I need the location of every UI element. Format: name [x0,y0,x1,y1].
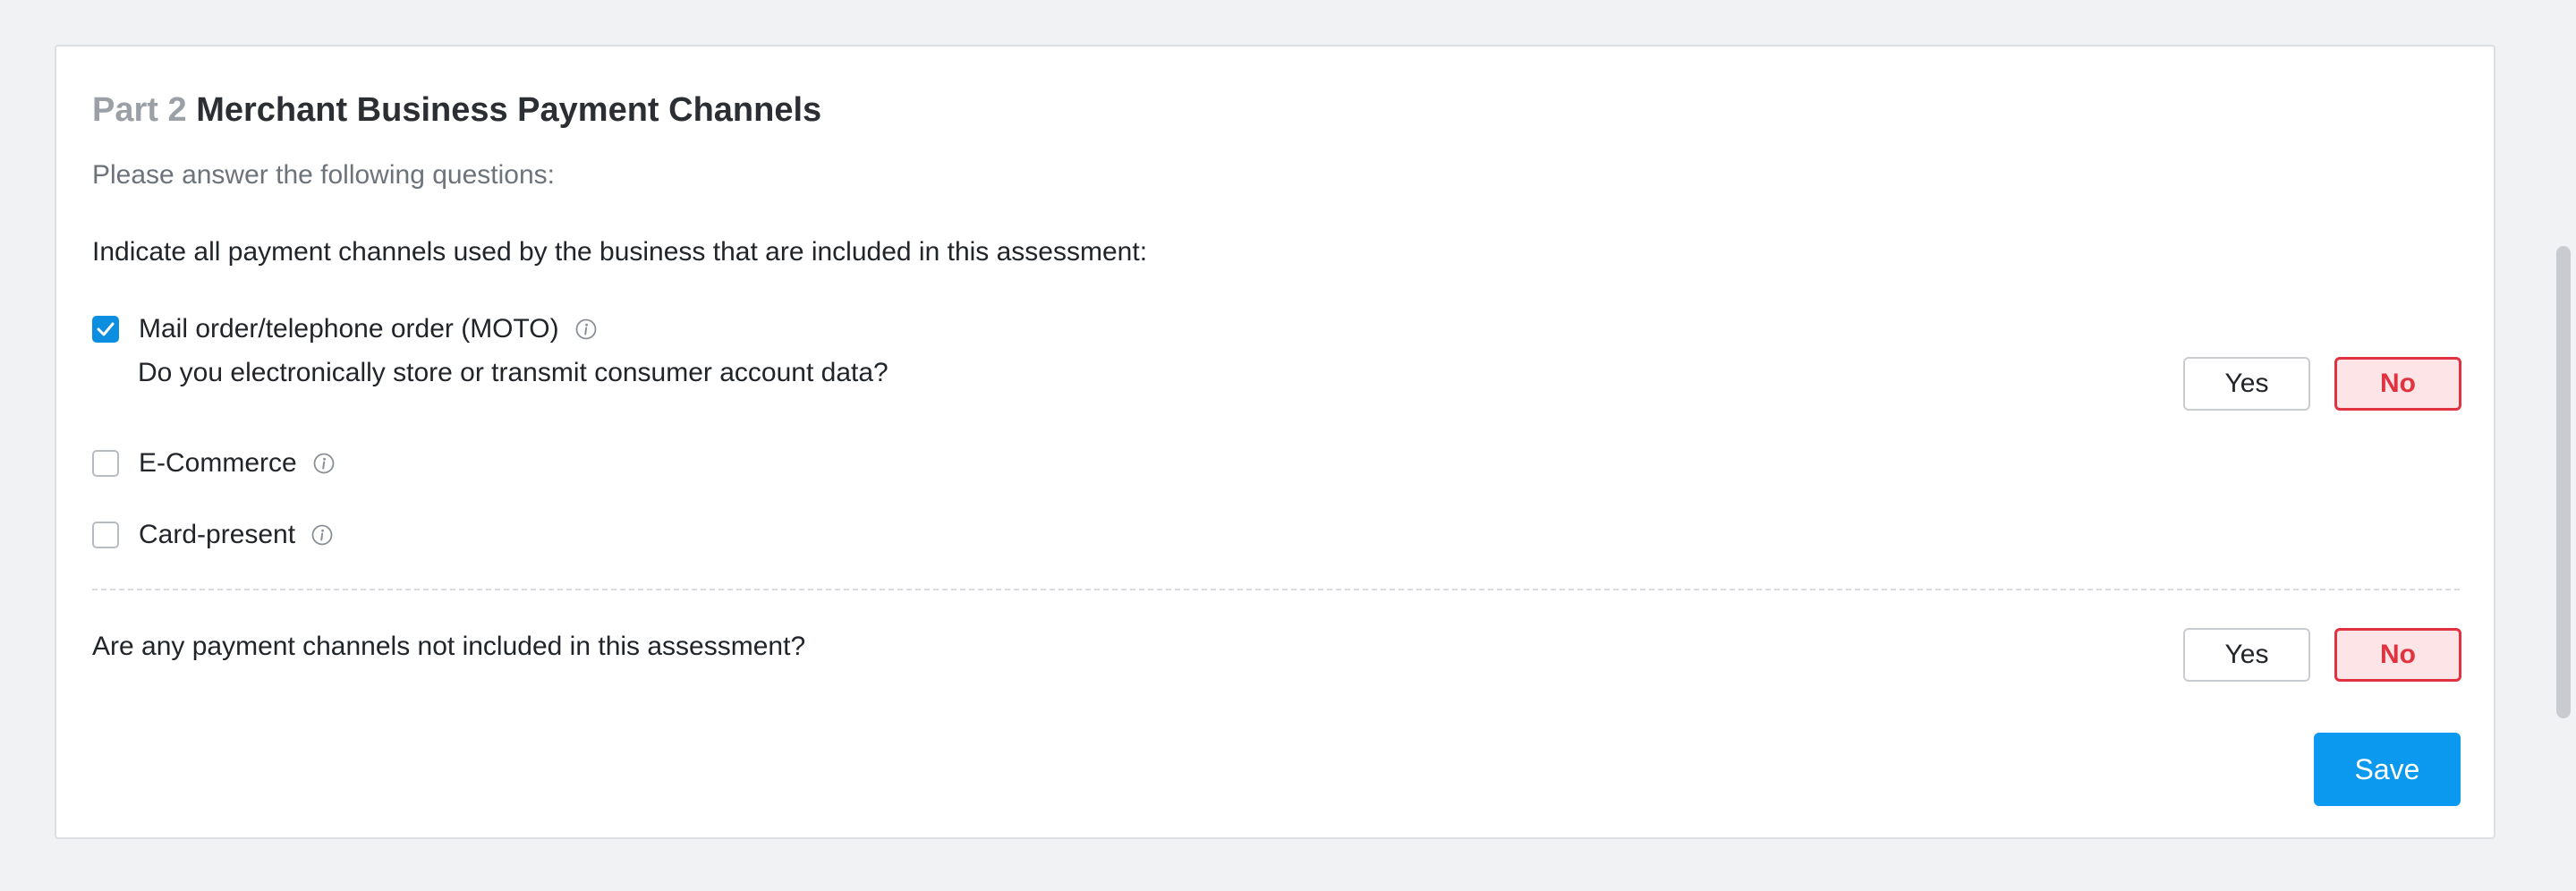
card-present-label: Card-present [139,520,296,549]
ecommerce-checkbox[interactable] [92,450,119,477]
info-icon[interactable] [311,524,333,546]
payment-channels-card: Part 2 Merchant Business Payment Channel… [55,45,2495,839]
info-icon[interactable] [313,453,335,474]
checkmark-icon [97,322,115,336]
moto-yes-button[interactable]: Yes [2183,357,2310,411]
moto-sub-question: Do you electronically store or transmit … [138,358,888,387]
moto-no-button[interactable]: No [2334,357,2461,411]
channels-question: Indicate all payment channels used by th… [92,237,1148,267]
card-present-checkbox[interactable] [92,522,119,548]
section-divider [92,589,2460,590]
page: Part 2 Merchant Business Payment Channel… [0,0,2576,891]
section-title: Part 2 Merchant Business Payment Channel… [92,89,821,131]
channel-option-ecommerce: E-Commerce [92,446,335,481]
moto-label: Mail order/telephone order (MOTO) [139,314,559,344]
info-icon[interactable] [575,318,597,340]
section-name: Merchant Business Payment Channels [196,91,822,129]
section-subtitle: Please answer the following questions: [92,160,555,190]
scrollbar-thumb[interactable] [2556,246,2571,718]
excluded-channels-question: Are any payment channels not included in… [92,632,806,661]
channel-option-card-present: Card-present [92,517,333,553]
excluded-yes-button[interactable]: Yes [2183,628,2310,682]
channel-option-moto: Mail order/telephone order (MOTO) [92,311,597,347]
ecommerce-label: E-Commerce [139,448,297,478]
moto-checkbox[interactable] [92,316,119,343]
part-label: Part 2 [92,91,187,129]
excluded-no-button[interactable]: No [2334,628,2461,682]
save-button[interactable]: Save [2314,733,2461,806]
